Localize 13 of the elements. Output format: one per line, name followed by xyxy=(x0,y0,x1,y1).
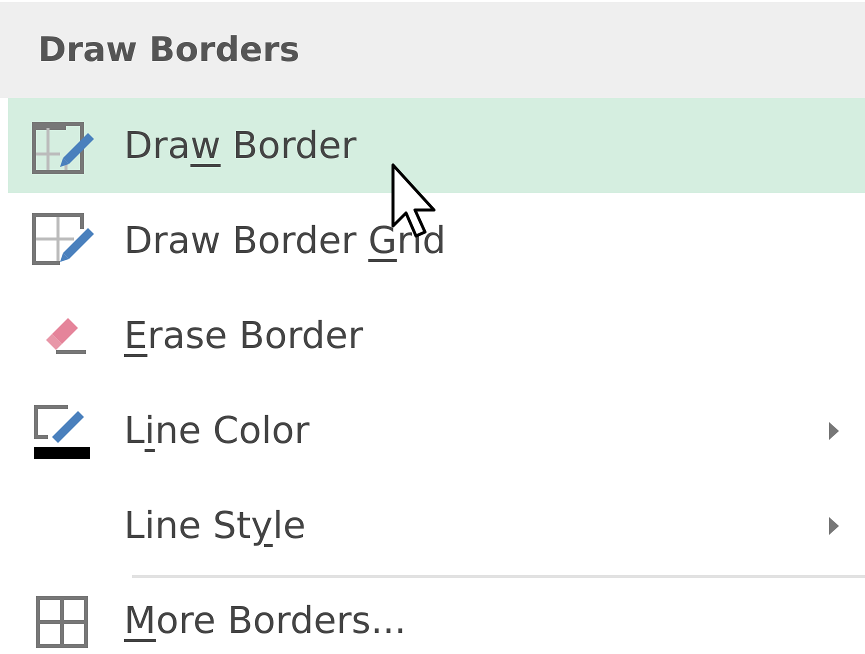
menu-item-label: More Borders... xyxy=(124,598,406,642)
menu-item-label: Erase Border xyxy=(124,314,364,357)
menu-item[interactable]: Draw Border xyxy=(8,98,865,193)
submenu-arrow-icon xyxy=(829,516,839,534)
menu-item[interactable]: More Borders... xyxy=(8,582,865,654)
menu-item[interactable]: Line Color xyxy=(8,383,865,478)
menu-item[interactable]: Line Style xyxy=(8,478,865,573)
menu-header: Draw Borders xyxy=(0,2,865,98)
menu-item-label: Line Color xyxy=(124,409,310,452)
menu-item-label: Line Style xyxy=(124,504,306,547)
submenu-arrow-icon xyxy=(829,422,839,440)
menu-item-label: Draw Border xyxy=(124,124,356,167)
menu-item[interactable]: Erase Border xyxy=(8,288,865,383)
